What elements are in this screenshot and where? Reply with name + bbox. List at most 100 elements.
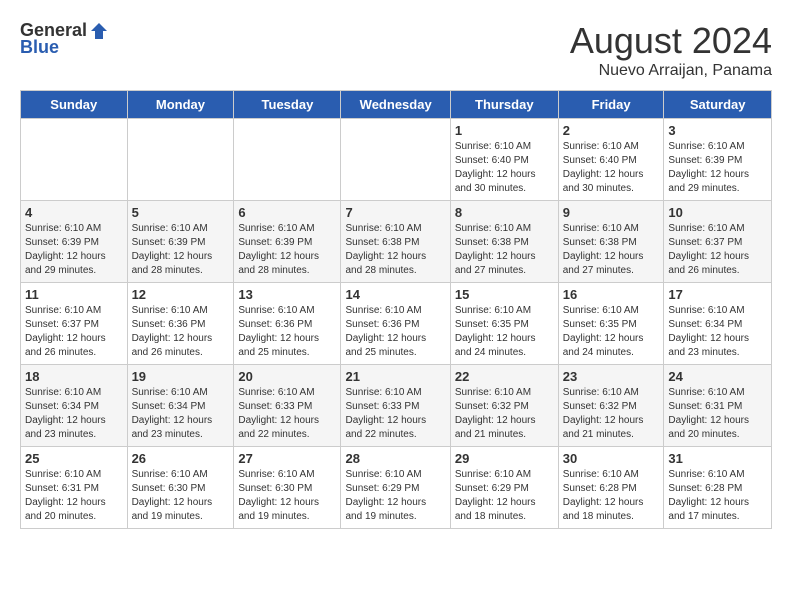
- logo: General Blue: [20, 20, 109, 58]
- page-header: General Blue August 2024 Nuevo Arraijan,…: [20, 20, 772, 80]
- calendar-cell: 30 Sunrise: 6:10 AM Sunset: 6:28 PM Dayli…: [558, 447, 664, 529]
- day-info: Sunrise: 6:10 AM Sunset: 6:33 PM Dayligh…: [238, 386, 336, 442]
- calendar-cell: 1 Sunrise: 6:10 AM Sunset: 6:40 PM Daylig…: [450, 119, 558, 201]
- calendar-cell: 16Sunrise: 6:10 AM Sunset: 6:35 PM Dayli…: [558, 283, 664, 365]
- day-number: 25: [25, 451, 123, 466]
- day-number: 10: [668, 205, 767, 220]
- day-info: Sunrise: 6:10 AM Sunset: 6:39 PM Dayligh…: [132, 222, 230, 278]
- day-info: Sunrise: 6:10 AM Sunset: 6:33 PM Dayligh…: [345, 386, 445, 442]
- calendar-cell: 13 Sunrise: 6:10 AM Sunset: 6:36 PM Dayli…: [234, 283, 341, 365]
- calendar-cell: [341, 119, 450, 201]
- day-number: 5: [132, 205, 230, 220]
- calendar-cell: 26Sunrise: 6:10 AM Sunset: 6:30 PM Dayli…: [127, 447, 234, 529]
- day-info: Sunrise: 6:10 AM Sunset: 6:37 PM Dayligh…: [668, 222, 767, 278]
- day-info: Sunrise: 6:10 AM Sunset: 6:38 PM Dayligh…: [345, 222, 445, 278]
- day-of-week-header: Tuesday: [234, 91, 341, 119]
- day-info: Sunrise: 6:10 AM Sunset: 6:40 PM Dayligh…: [455, 140, 554, 196]
- day-info: Sunrise: 6:10 AM Sunset: 6:28 PM Dayligh…: [668, 468, 767, 524]
- calendar-cell: 12 Sunrise: 6:10 AM Sunset: 6:36 PM Dayli…: [127, 283, 234, 365]
- day-number: 28: [345, 451, 445, 466]
- day-info: Sunrise: 6:10 AM Sunset: 6:34 PM Dayligh…: [25, 386, 123, 442]
- calendar-cell: 31 Sunrise: 6:10 AM Sunset: 6:28 PM Dayli…: [664, 447, 772, 529]
- day-info: Sunrise: 6:10 AM Sunset: 6:29 PM Dayligh…: [455, 468, 554, 524]
- title-section: August 2024 Nuevo Arraijan, Panama: [570, 20, 772, 80]
- day-number: 19: [132, 369, 230, 384]
- day-of-week-header: Friday: [558, 91, 664, 119]
- calendar-cell: 10 Sunrise: 6:10 AM Sunset: 6:37 PM Dayli…: [664, 201, 772, 283]
- day-info: Sunrise: 6:10 AM Sunset: 6:30 PM Dayligh…: [132, 468, 230, 524]
- day-number: 3: [668, 123, 767, 138]
- calendar-cell: 4 Sunrise: 6:10 AM Sunset: 6:39 PM Daylig…: [21, 201, 128, 283]
- day-info: Sunrise: 6:10 AM Sunset: 6:36 PM Dayligh…: [345, 304, 445, 360]
- calendar-cell: 7 Sunrise: 6:10 AM Sunset: 6:38 PM Daylig…: [341, 201, 450, 283]
- day-number: 12: [132, 287, 230, 302]
- day-info: Sunrise: 6:10 AM Sunset: 6:36 PM Dayligh…: [238, 304, 336, 360]
- calendar-header-row: SundayMondayTuesdayWednesdayThursdayFrid…: [21, 91, 772, 119]
- calendar-cell: 5 Sunrise: 6:10 AM Sunset: 6:39 PM Daylig…: [127, 201, 234, 283]
- day-number: 4: [25, 205, 123, 220]
- logo-icon: [89, 21, 109, 41]
- day-info: Sunrise: 6:10 AM Sunset: 6:32 PM Dayligh…: [563, 386, 660, 442]
- calendar-week-row: 25 Sunrise: 6:10 AM Sunset: 6:31 PM Dayli…: [21, 447, 772, 529]
- day-number: 14: [345, 287, 445, 302]
- day-info: Sunrise: 6:10 AM Sunset: 6:35 PM Dayligh…: [563, 304, 660, 360]
- calendar-cell: 29Sunrise: 6:10 AM Sunset: 6:29 PM Dayli…: [450, 447, 558, 529]
- day-number: 15: [455, 287, 554, 302]
- day-info: Sunrise: 6:10 AM Sunset: 6:34 PM Dayligh…: [668, 304, 767, 360]
- day-of-week-header: Sunday: [21, 91, 128, 119]
- day-info: Sunrise: 6:10 AM Sunset: 6:39 PM Dayligh…: [25, 222, 123, 278]
- day-info: Sunrise: 6:10 AM Sunset: 6:31 PM Dayligh…: [25, 468, 123, 524]
- day-info: Sunrise: 6:10 AM Sunset: 6:38 PM Dayligh…: [563, 222, 660, 278]
- location-subtitle: Nuevo Arraijan, Panama: [570, 62, 772, 80]
- day-number: 8: [455, 205, 554, 220]
- calendar-cell: 24 Sunrise: 6:10 AM Sunset: 6:31 PM Dayli…: [664, 365, 772, 447]
- day-number: 17: [668, 287, 767, 302]
- day-number: 2: [563, 123, 660, 138]
- day-info: Sunrise: 6:10 AM Sunset: 6:39 PM Dayligh…: [238, 222, 336, 278]
- calendar-week-row: 1 Sunrise: 6:10 AM Sunset: 6:40 PM Daylig…: [21, 119, 772, 201]
- day-number: 6: [238, 205, 336, 220]
- day-number: 27: [238, 451, 336, 466]
- day-number: 7: [345, 205, 445, 220]
- day-info: Sunrise: 6:10 AM Sunset: 6:29 PM Dayligh…: [345, 468, 445, 524]
- day-info: Sunrise: 6:10 AM Sunset: 6:31 PM Dayligh…: [668, 386, 767, 442]
- day-info: Sunrise: 6:10 AM Sunset: 6:28 PM Dayligh…: [563, 468, 660, 524]
- day-number: 18: [25, 369, 123, 384]
- day-number: 31: [668, 451, 767, 466]
- day-of-week-header: Thursday: [450, 91, 558, 119]
- day-info: Sunrise: 6:10 AM Sunset: 6:39 PM Dayligh…: [668, 140, 767, 196]
- day-of-week-header: Wednesday: [341, 91, 450, 119]
- day-number: 9: [563, 205, 660, 220]
- calendar-cell: 20Sunrise: 6:10 AM Sunset: 6:33 PM Dayli…: [234, 365, 341, 447]
- day-number: 13: [238, 287, 336, 302]
- calendar-cell: [21, 119, 128, 201]
- calendar-cell: 25 Sunrise: 6:10 AM Sunset: 6:31 PM Dayli…: [21, 447, 128, 529]
- calendar-cell: 21 Sunrise: 6:10 AM Sunset: 6:33 PM Dayli…: [341, 365, 450, 447]
- calendar-cell: 11 Sunrise: 6:10 AM Sunset: 6:37 PM Dayli…: [21, 283, 128, 365]
- day-info: Sunrise: 6:10 AM Sunset: 6:38 PM Dayligh…: [455, 222, 554, 278]
- day-info: Sunrise: 6:10 AM Sunset: 6:36 PM Dayligh…: [132, 304, 230, 360]
- day-info: Sunrise: 6:10 AM Sunset: 6:40 PM Dayligh…: [563, 140, 660, 196]
- calendar-cell: 23Sunrise: 6:10 AM Sunset: 6:32 PM Dayli…: [558, 365, 664, 447]
- day-number: 21: [345, 369, 445, 384]
- calendar-cell: 27Sunrise: 6:10 AM Sunset: 6:30 PM Dayli…: [234, 447, 341, 529]
- calendar-cell: 15Sunrise: 6:10 AM Sunset: 6:35 PM Dayli…: [450, 283, 558, 365]
- calendar-cell: [234, 119, 341, 201]
- day-number: 11: [25, 287, 123, 302]
- logo-blue-text: Blue: [20, 37, 59, 58]
- day-number: 24: [668, 369, 767, 384]
- calendar-cell: [127, 119, 234, 201]
- day-number: 30: [563, 451, 660, 466]
- calendar-cell: 8 Sunrise: 6:10 AM Sunset: 6:38 PM Daylig…: [450, 201, 558, 283]
- calendar-table: SundayMondayTuesdayWednesdayThursdayFrid…: [20, 90, 772, 529]
- day-info: Sunrise: 6:10 AM Sunset: 6:32 PM Dayligh…: [455, 386, 554, 442]
- calendar-cell: 2 Sunrise: 6:10 AM Sunset: 6:40 PM Daylig…: [558, 119, 664, 201]
- day-number: 1: [455, 123, 554, 138]
- calendar-cell: 18 Sunrise: 6:10 AM Sunset: 6:34 PM Dayli…: [21, 365, 128, 447]
- day-info: Sunrise: 6:10 AM Sunset: 6:34 PM Dayligh…: [132, 386, 230, 442]
- day-info: Sunrise: 6:10 AM Sunset: 6:37 PM Dayligh…: [25, 304, 123, 360]
- calendar-week-row: 4 Sunrise: 6:10 AM Sunset: 6:39 PM Daylig…: [21, 201, 772, 283]
- calendar-cell: 22Sunrise: 6:10 AM Sunset: 6:32 PM Dayli…: [450, 365, 558, 447]
- day-of-week-header: Monday: [127, 91, 234, 119]
- calendar-week-row: 18 Sunrise: 6:10 AM Sunset: 6:34 PM Dayli…: [21, 365, 772, 447]
